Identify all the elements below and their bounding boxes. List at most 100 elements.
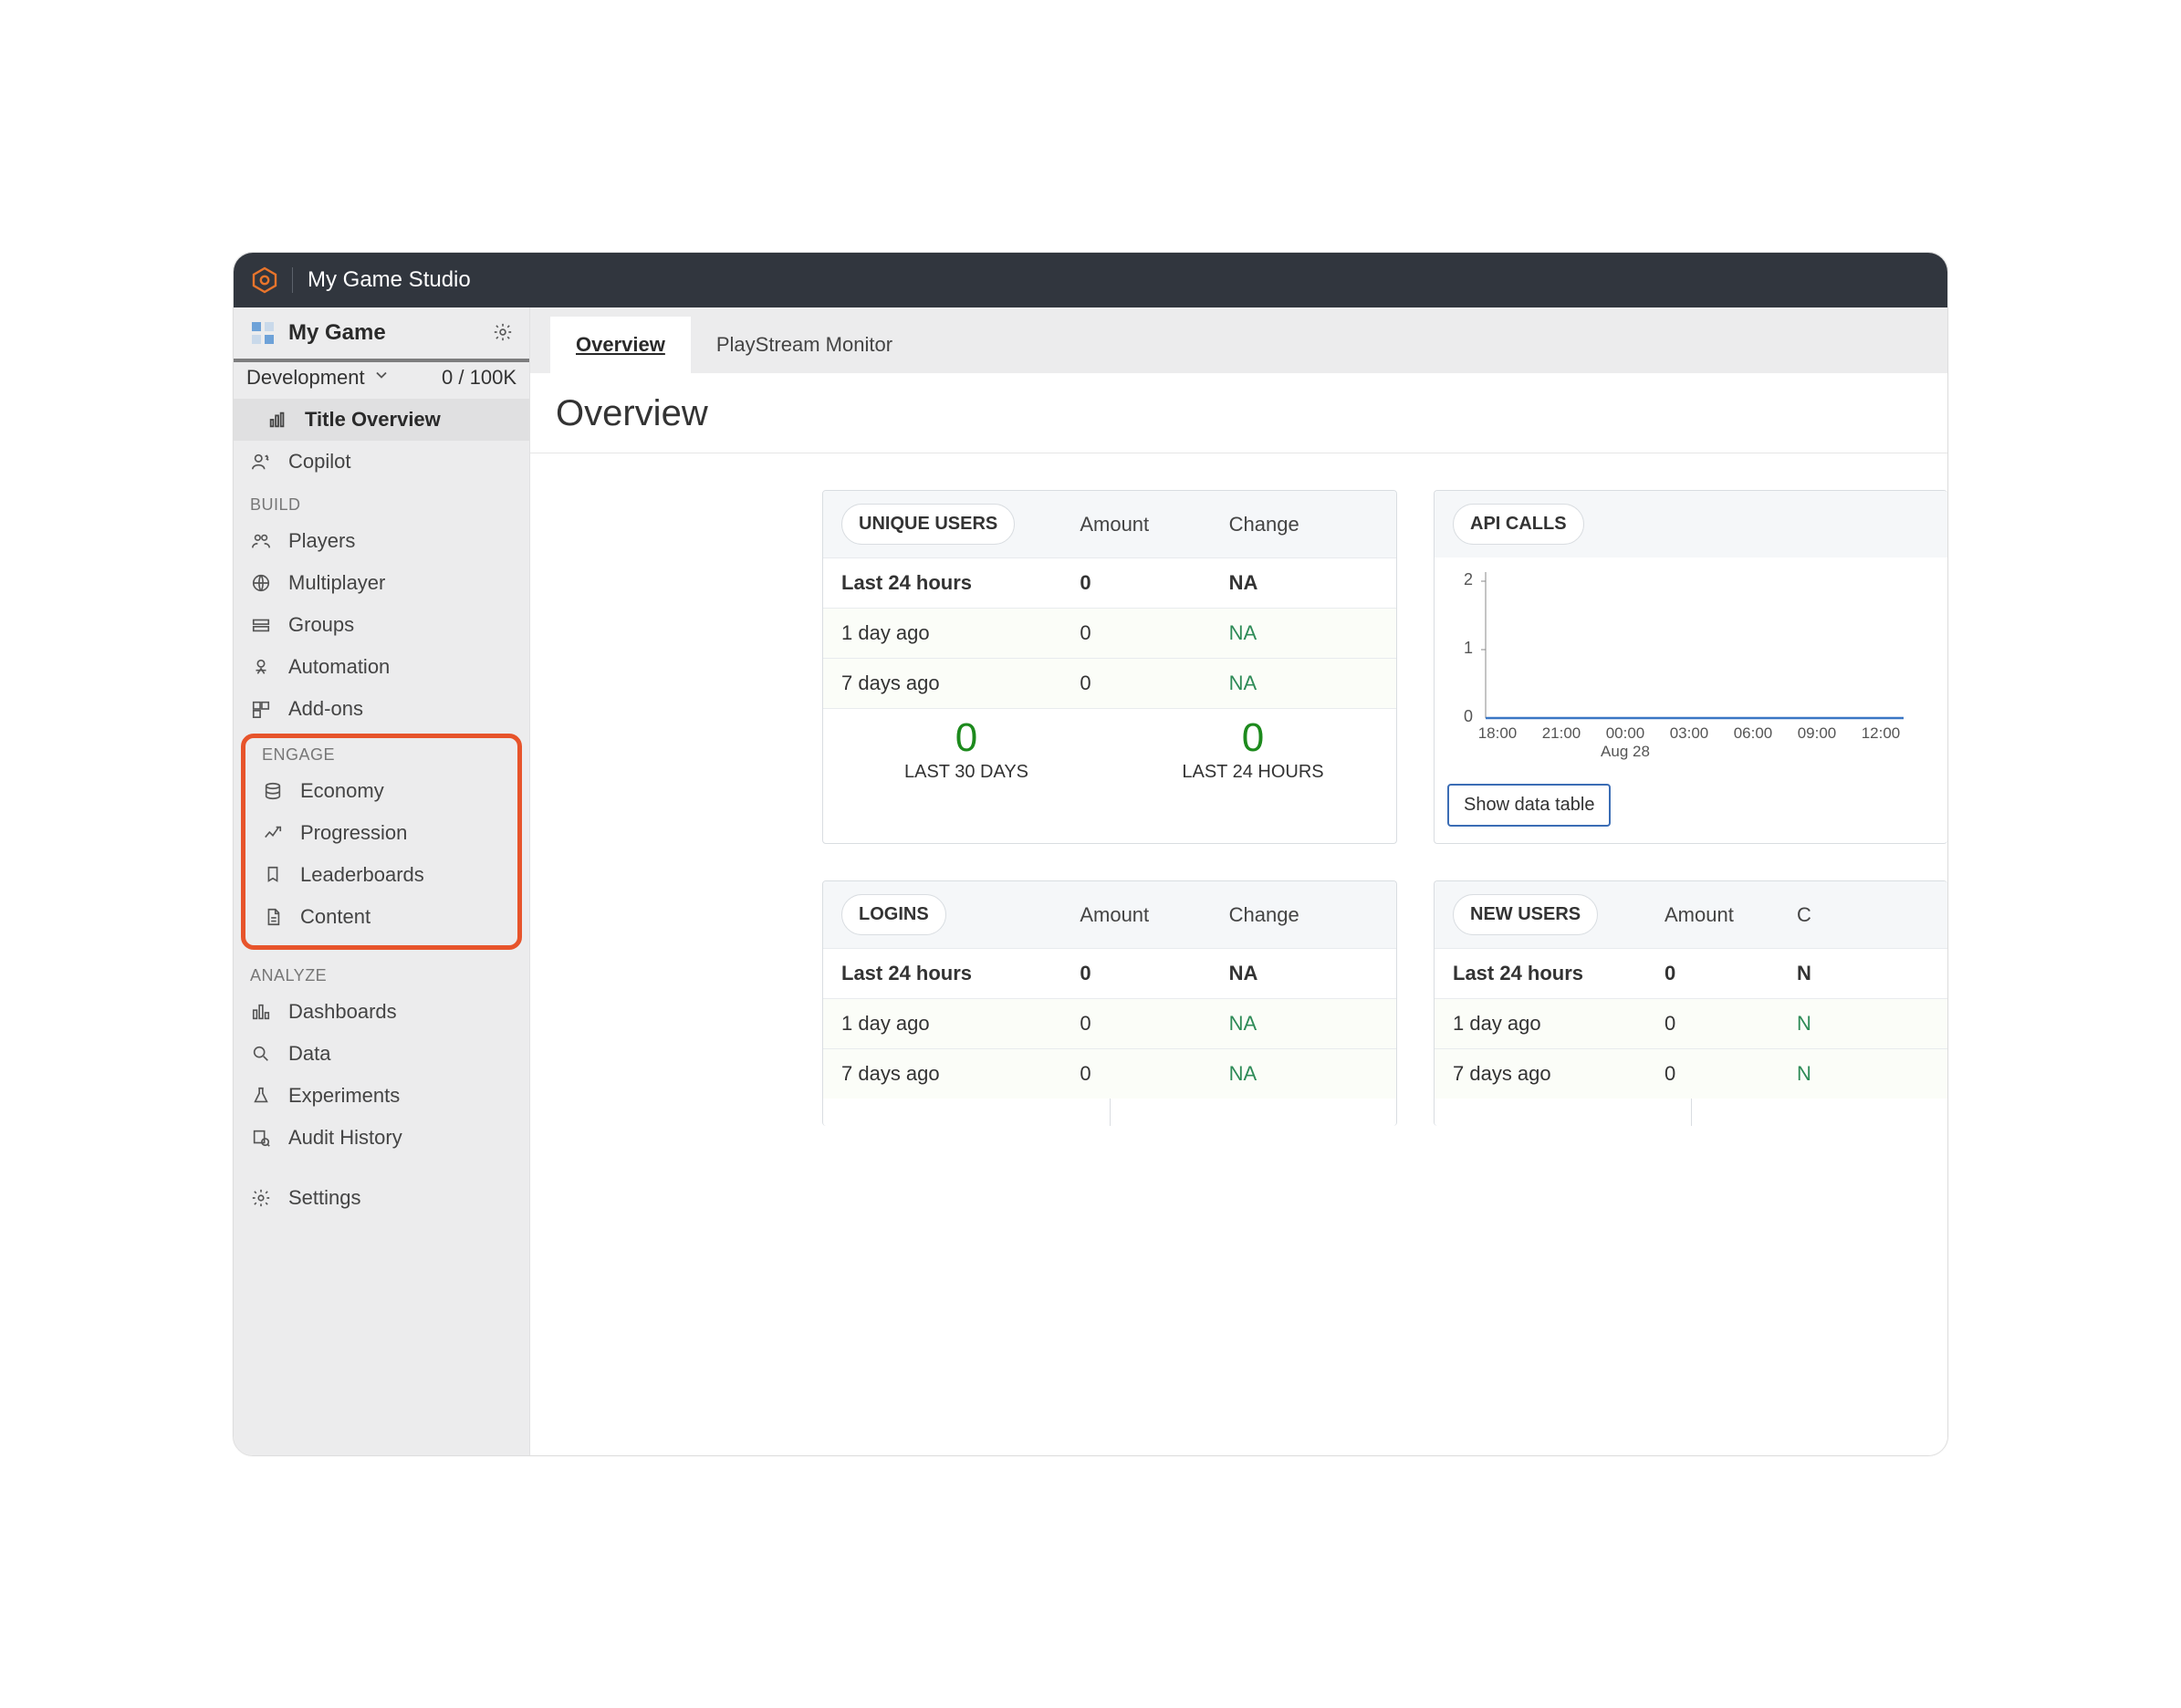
game-icon <box>248 318 277 348</box>
row-amount: 0 <box>1080 672 1228 695</box>
tab-playstream-monitor[interactable]: PlayStream Monitor <box>691 317 918 373</box>
summary-divider <box>823 1099 1396 1126</box>
section-analyze: ANALYZE <box>234 953 529 991</box>
sidebar-item-groups[interactable]: Groups <box>234 604 529 646</box>
table-row: Last 24 hours 0 NA <box>823 948 1396 998</box>
table-row: 1 day ago 0 NA <box>823 608 1396 658</box>
dashboards-icon <box>250 1001 272 1023</box>
row-amount: 0 <box>1080 1062 1228 1086</box>
topbar-divider <box>292 267 293 293</box>
row-change: N <box>1797 1012 1929 1036</box>
environment-name: Development <box>246 366 365 390</box>
sidebar-item-label: Multiplayer <box>288 571 385 595</box>
environment-selector[interactable]: Development 0 / 100K <box>234 359 529 399</box>
gear-icon <box>250 1187 272 1209</box>
tabs: Overview PlayStream Monitor <box>530 307 1947 373</box>
sidebar-item-copilot[interactable]: Copilot <box>234 441 529 483</box>
sidebar-item-label: Content <box>300 905 370 929</box>
sidebar-item-addons[interactable]: Add-ons <box>234 688 529 730</box>
row-label: Last 24 hours <box>841 571 1080 595</box>
row-amount: 0 <box>1080 621 1228 645</box>
row-label: 7 days ago <box>1453 1062 1664 1086</box>
sidebar-item-data[interactable]: Data <box>234 1033 529 1075</box>
ytick: 0 <box>1464 707 1473 725</box>
row-label: 1 day ago <box>1453 1012 1664 1036</box>
row-change: NA <box>1229 672 1378 695</box>
show-data-table-button[interactable]: Show data table <box>1447 784 1611 827</box>
table-row: Last 24 hours 0 N <box>1435 948 1947 998</box>
topbar: My Game Studio <box>234 253 1947 307</box>
sidebar-item-label: Leaderboards <box>300 863 424 887</box>
audit-icon <box>250 1127 272 1149</box>
row-change: NA <box>1229 621 1378 645</box>
game-name[interactable]: My Game <box>288 320 493 346</box>
row-amount: 0 <box>1664 962 1797 985</box>
sidebar-item-leaderboards[interactable]: Leaderboards <box>245 854 517 896</box>
row-change: NA <box>1229 1012 1378 1036</box>
leaderboards-icon <box>262 864 284 886</box>
players-icon <box>250 530 272 552</box>
flask-icon <box>250 1085 272 1107</box>
row-change: NA <box>1229 962 1378 985</box>
summary-row: 0 LAST 30 DAYS 0 LAST 24 HOURS <box>823 708 1396 801</box>
section-engage: ENGAGE <box>245 738 517 770</box>
card-logins: LOGINS Amount Change Last 24 hours 0 NA <box>822 880 1397 1126</box>
table-row: 1 day ago 0 NA <box>823 998 1396 1048</box>
page-title-bar: Overview <box>530 373 1947 453</box>
tab-overview[interactable]: Overview <box>550 317 691 373</box>
summary-big: 0 <box>823 718 1110 758</box>
card-unique-users: UNIQUE USERS Amount Change Last 24 hours… <box>822 490 1397 844</box>
xtick-sub: Aug 28 <box>1601 743 1650 760</box>
sidebar-item-automation[interactable]: Automation <box>234 646 529 688</box>
col-amount: Amount <box>1664 903 1797 927</box>
row-change: NA <box>1229 571 1378 595</box>
col-amount: Amount <box>1080 513 1228 536</box>
xtick: 21:00 <box>1542 724 1581 742</box>
economy-icon <box>262 780 284 802</box>
gear-icon[interactable] <box>493 322 515 344</box>
sidebar-item-multiplayer[interactable]: Multiplayer <box>234 562 529 604</box>
card-new-users: NEW USERS Amount C Last 24 hours 0 N <box>1434 880 1947 1126</box>
xtick: 06:00 <box>1734 724 1773 742</box>
sidebar-item-settings[interactable]: Settings <box>234 1177 529 1219</box>
app-frame: My Game Studio My Game <box>233 252 1948 1456</box>
sidebar-item-progression[interactable]: Progression <box>245 812 517 854</box>
playfab-logo-icon <box>250 266 279 295</box>
sidebar-item-label: Groups <box>288 613 354 637</box>
col-change: Change <box>1229 903 1378 927</box>
progression-icon <box>262 822 284 844</box>
copilot-icon <box>250 451 272 473</box>
engage-highlight-box: ENGAGE Economy Progression Leaderboards … <box>241 734 522 950</box>
sidebar-item-title-overview[interactable]: Title Overview <box>234 399 529 441</box>
sidebar-item-label: Title Overview <box>305 408 441 432</box>
col-amount: Amount <box>1080 903 1228 927</box>
card-title-pill: API CALLS <box>1453 504 1584 545</box>
studio-name[interactable]: My Game Studio <box>308 267 471 293</box>
game-header: My Game <box>234 307 529 359</box>
row-amount: 0 <box>1664 1012 1797 1036</box>
row-change: NA <box>1229 1062 1378 1086</box>
ytick: 1 <box>1464 639 1473 657</box>
row-label: Last 24 hours <box>1453 962 1664 985</box>
card-api-calls: API CALLS 2 <box>1434 490 1947 844</box>
addons-icon <box>250 698 272 720</box>
xtick: 18:00 <box>1478 724 1518 742</box>
sidebar-item-label: Add-ons <box>288 697 363 721</box>
row-amount: 0 <box>1080 962 1228 985</box>
search-icon <box>250 1043 272 1065</box>
sidebar-item-economy[interactable]: Economy <box>245 770 517 812</box>
sidebar-item-label: Data <box>288 1042 330 1066</box>
sidebar-item-experiments[interactable]: Experiments <box>234 1075 529 1117</box>
sidebar-item-audit-history[interactable]: Audit History <box>234 1117 529 1159</box>
content: UNIQUE USERS Amount Change Last 24 hours… <box>530 453 1947 1455</box>
summary-caption: LAST 30 DAYS <box>823 762 1110 783</box>
api-chart: 2 1 0 18:00 21:00 00:00 03:0 <box>1435 557 1947 769</box>
globe-icon <box>250 572 272 594</box>
sidebar-item-dashboards[interactable]: Dashboards <box>234 991 529 1033</box>
sidebar-item-players[interactable]: Players <box>234 520 529 562</box>
sidebar-item-content[interactable]: Content <box>245 896 517 938</box>
overview-icon <box>266 409 288 431</box>
row-label: 7 days ago <box>841 672 1080 695</box>
sidebar-item-label: Dashboards <box>288 1000 397 1024</box>
summary-caption: LAST 24 HOURS <box>1110 762 1396 783</box>
